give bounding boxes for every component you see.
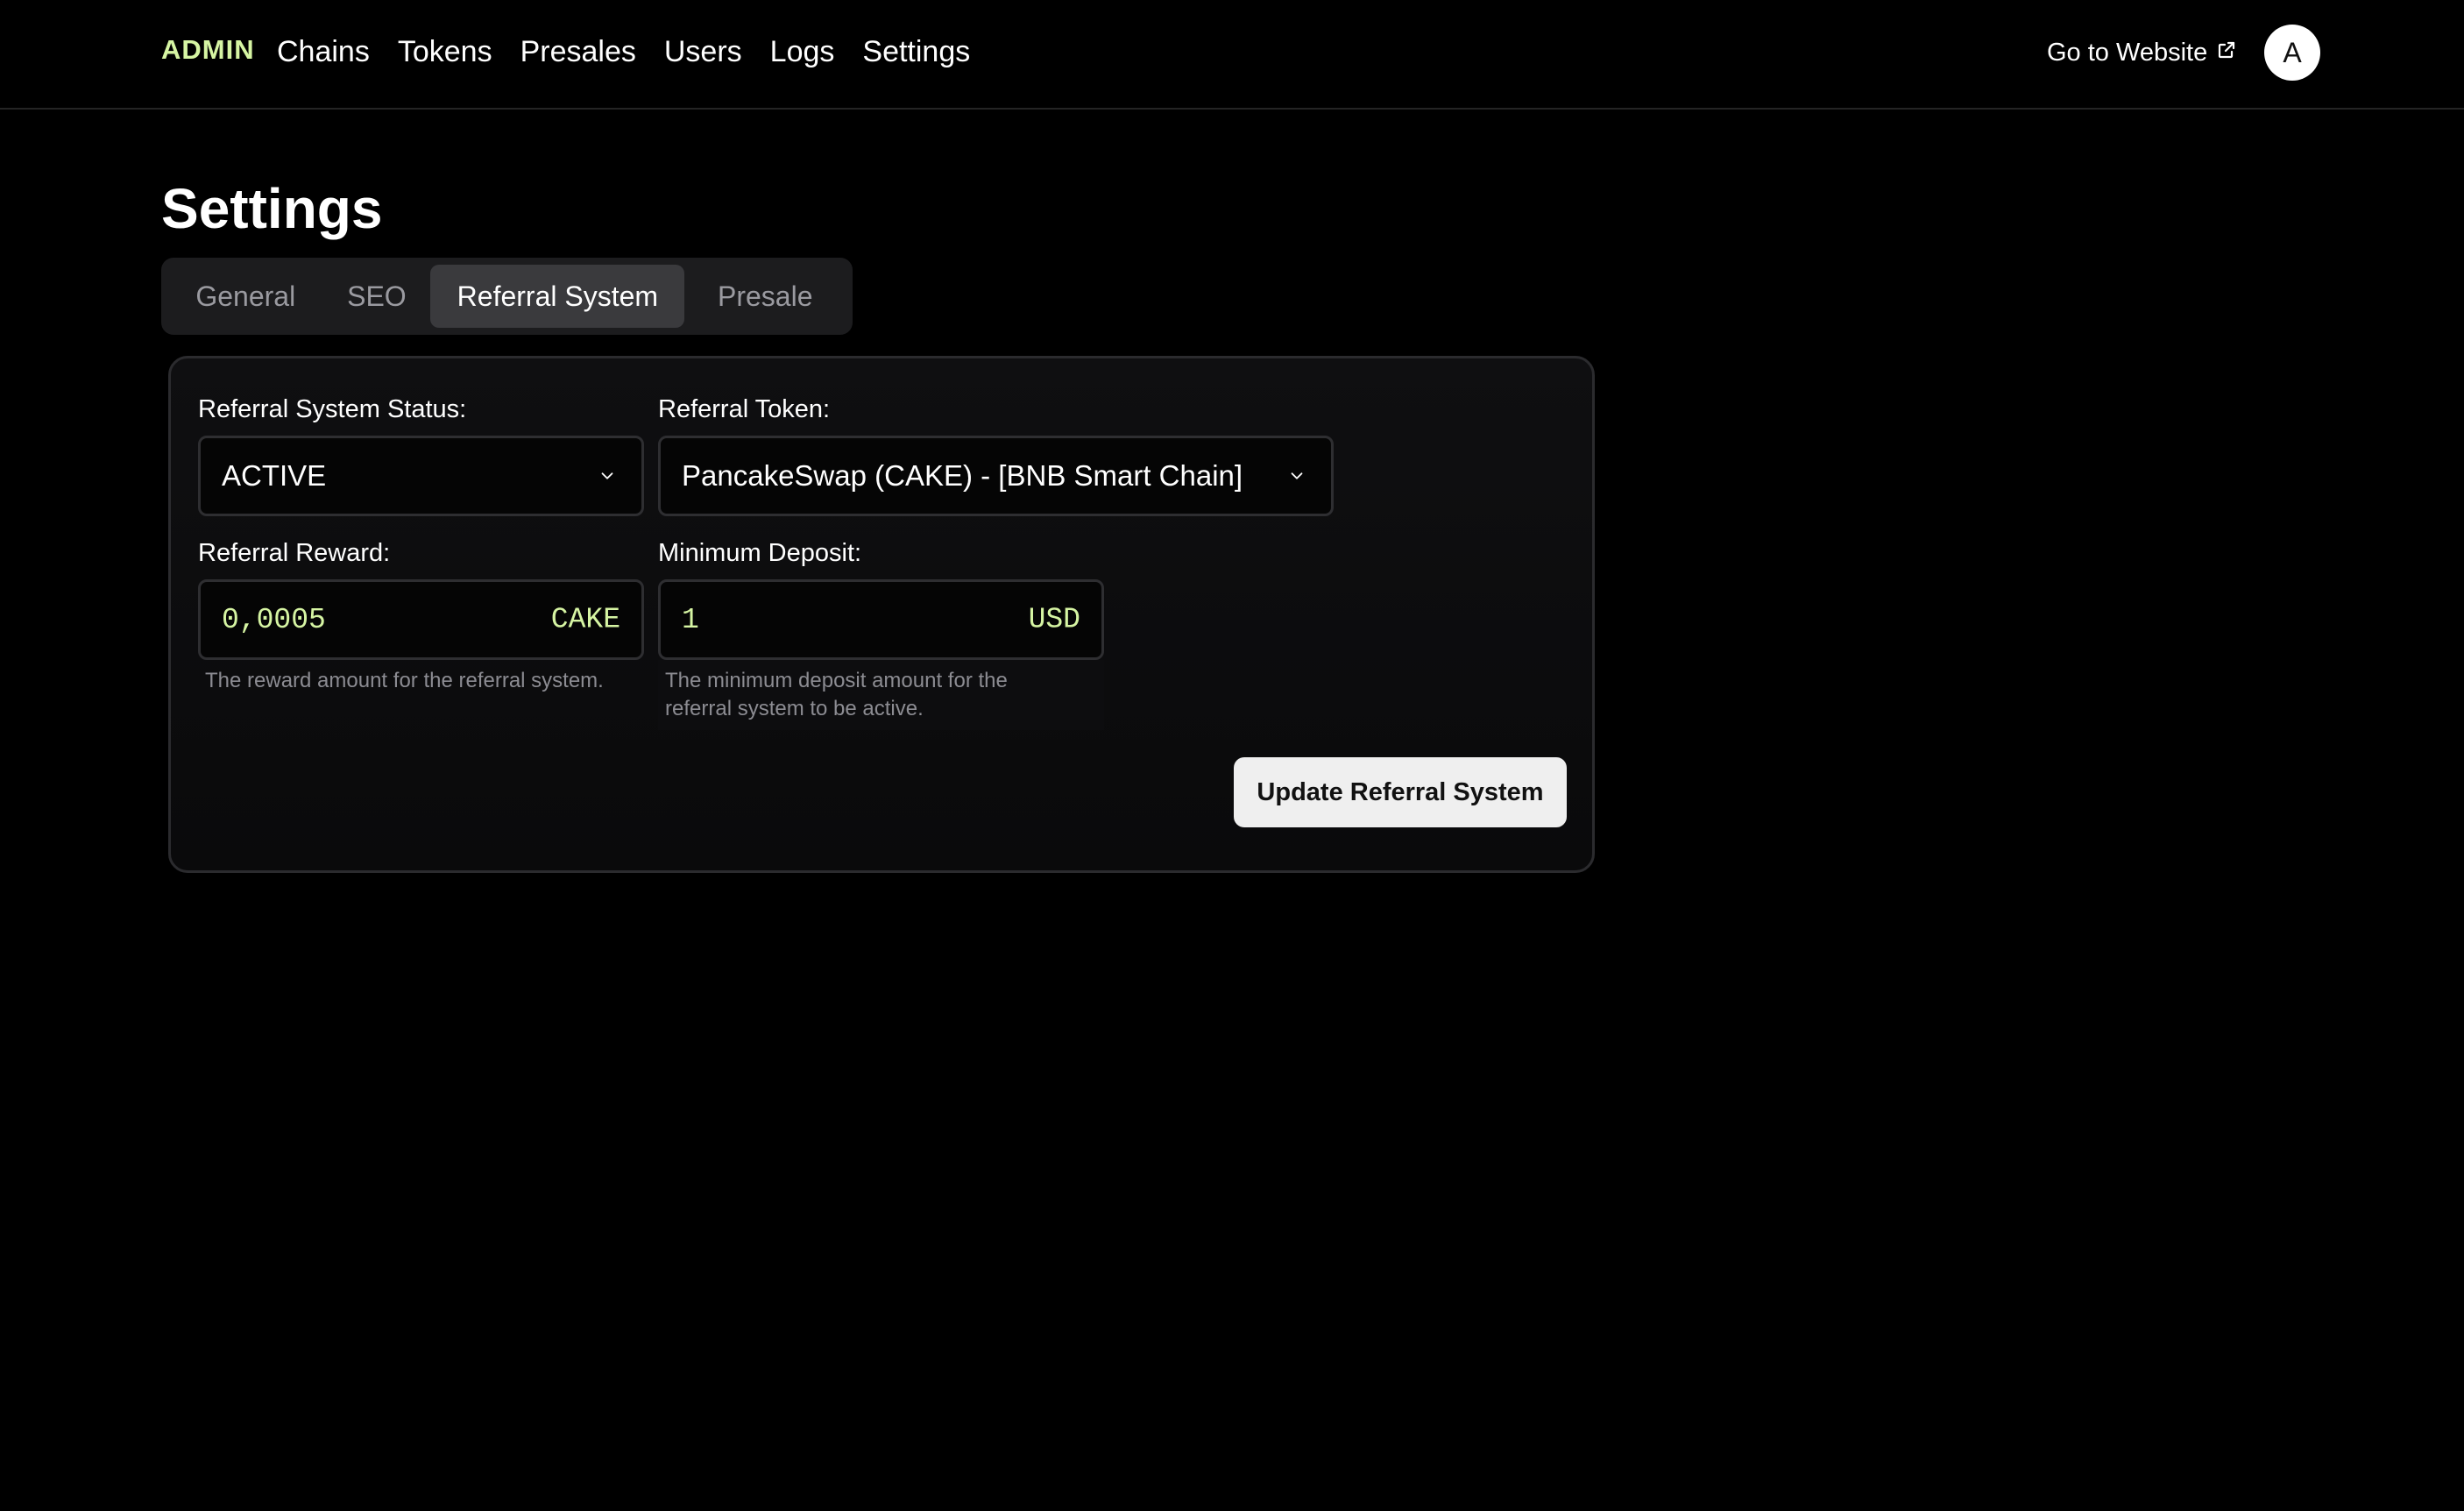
token-select[interactable]: PancakeSwap (CAKE) - [BNB Smart Chain] [658, 436, 1334, 516]
min-deposit-unit: USD [1028, 603, 1080, 636]
nav-link-tokens[interactable]: Tokens [398, 32, 492, 72]
main-nav: Chains Tokens Presales Users Logs Settin… [277, 32, 998, 72]
nav-link-logs[interactable]: Logs [770, 32, 835, 72]
update-referral-system-button[interactable]: Update Referral System [1234, 757, 1567, 827]
min-deposit-field: USD [658, 579, 1104, 660]
chevron-down-icon [601, 472, 613, 479]
go-to-website-label: Go to Website [2047, 39, 2208, 67]
top-navbar: ADMIN Chains Tokens Presales Users Logs … [0, 0, 2464, 110]
min-deposit-help-text: The minimum deposit amount for the refer… [665, 669, 1008, 720]
nav-link-users[interactable]: Users [664, 32, 742, 72]
reward-unit: CAKE [550, 603, 620, 636]
go-to-website-link[interactable]: Go to Website [2047, 35, 2237, 70]
settings-tabs: General SEO Referral System Presale [161, 258, 853, 335]
nav-link-chains[interactable]: Chains [277, 32, 370, 72]
reward-label: Referral Reward: [198, 539, 391, 567]
status-select[interactable]: ACTIVE [198, 436, 644, 516]
chevron-down-icon [1291, 472, 1303, 479]
token-label: Referral Token: [658, 395, 831, 423]
tab-seo[interactable]: SEO [323, 265, 431, 328]
tab-presale[interactable]: Presale [684, 265, 846, 328]
nav-link-presales[interactable]: Presales [520, 32, 636, 72]
min-deposit-label: Minimum Deposit: [658, 539, 862, 567]
admin-brand[interactable]: ADMIN [161, 34, 255, 66]
referral-settings-card: Referral System Status: ACTIVE Referral … [168, 356, 1595, 873]
user-avatar[interactable]: A [2264, 25, 2320, 81]
external-link-icon [2216, 35, 2237, 70]
reward-field: CAKE [198, 579, 644, 660]
page-title: Settings [161, 177, 383, 240]
tab-general[interactable]: General [168, 265, 323, 328]
nav-link-settings[interactable]: Settings [862, 32, 970, 72]
token-select-value: PancakeSwap (CAKE) - [BNB Smart Chain] [682, 459, 1243, 492]
reward-help-text: The reward amount for the referral syste… [205, 669, 604, 692]
status-select-value: ACTIVE [222, 459, 327, 492]
tab-referral-system[interactable]: Referral System [430, 265, 685, 328]
status-label: Referral System Status: [198, 395, 467, 423]
